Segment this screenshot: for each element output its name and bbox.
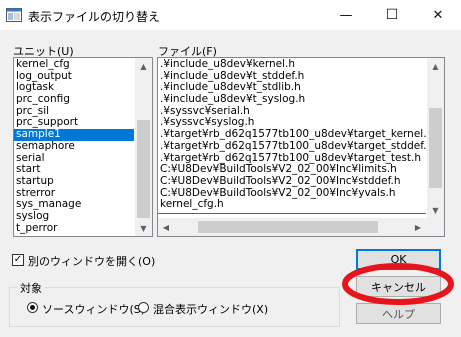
unit-list-scrollbar[interactable]: ▲ ▼ (135, 58, 152, 236)
file-list-item[interactable]: .¥include_u8dev¥t_stdlib.h (158, 82, 426, 94)
file-list-item[interactable]: .¥target¥rb_d62q1577tb100_u8dev¥target_s… (158, 141, 426, 153)
unit-list-item[interactable]: semaphore (14, 141, 134, 153)
file-list-hscrollbar[interactable]: ◀ ▶ (158, 218, 427, 236)
unit-list-item[interactable]: startup (14, 176, 134, 188)
unit-list-item[interactable]: kernel_cfg (14, 59, 134, 71)
unit-list-item[interactable]: start (14, 164, 134, 176)
file-list-item[interactable]: C:¥U8Dev¥BuildTools¥V2_02_00¥Inc¥yvals.h (158, 188, 426, 200)
open-new-window-label[interactable]: 別のウィンドウを開く(O) (28, 253, 155, 269)
scroll-thumb[interactable] (198, 221, 378, 233)
minimize-icon: — (339, 7, 353, 23)
open-new-window-checkbox[interactable]: ✓ (12, 254, 24, 266)
scroll-up-icon[interactable]: ▲ (427, 58, 444, 74)
maximize-icon: ☐ (385, 7, 399, 23)
scroll-left-icon[interactable]: ◀ (158, 218, 174, 236)
scroll-thumb[interactable] (429, 108, 442, 188)
radio-source-window[interactable] (27, 302, 38, 313)
minimize-button[interactable]: — (323, 0, 369, 30)
target-group-label: 対象 (17, 280, 45, 296)
file-list-item[interactable]: .¥include_u8dev¥t_stddef.h (158, 71, 426, 83)
file-list-item[interactable]: kernel_cfg.h (158, 199, 426, 211)
maximize-button[interactable]: ☐ (369, 0, 415, 30)
file-list-item[interactable]: C:¥U8Dev¥BuildTools¥V2_02_00¥Inc¥stddef.… (158, 176, 426, 188)
file-list-item[interactable]: .¥syssvc¥syslog.h (158, 117, 426, 129)
file-list-item[interactable]: .¥target¥rb_d62q1577tb100_u8dev¥target_t… (158, 153, 426, 165)
scroll-right-icon[interactable]: ▶ (410, 218, 426, 236)
unit-list-item[interactable]: prc_sil (14, 106, 134, 118)
radio-mixed-window[interactable] (138, 302, 149, 313)
scroll-down-icon[interactable]: ▼ (427, 202, 444, 218)
unit-list-item[interactable]: sample1 (14, 129, 134, 141)
file-list-item[interactable]: .¥include_u8dev¥t_syslog.h (158, 94, 426, 106)
unit-list-item[interactable]: sys_manage (14, 199, 134, 211)
focus-line (158, 213, 426, 214)
file-listbox[interactable]: .¥include_u8dev¥kernel.h .¥include_u8dev¥… (157, 57, 445, 237)
unit-list-item[interactable]: prc_support (14, 117, 134, 129)
unit-list-item[interactable]: t_perror (14, 223, 134, 235)
unit-list-item[interactable]: syslog (14, 211, 134, 223)
file-list-vscrollbar[interactable]: ▲ ▼ (427, 58, 444, 218)
file-list-item[interactable]: .¥include_u8dev¥kernel.h (158, 59, 426, 71)
unit-list-item[interactable]: log_output (14, 71, 134, 83)
file-list-item[interactable]: C:¥U8Dev¥BuildTools¥V2_02_00¥Inc¥limits.… (158, 164, 426, 176)
checkmark-icon: ✓ (13, 254, 23, 265)
scroll-up-icon[interactable]: ▲ (135, 58, 152, 74)
scroll-thumb[interactable] (137, 120, 150, 218)
unit-list-item[interactable]: logtask (14, 82, 134, 94)
unit-list-item[interactable]: strerror (14, 188, 134, 200)
unit-list-item[interactable]: serial (14, 153, 134, 165)
window-app-icon (6, 8, 22, 22)
unit-listbox[interactable]: kernel_cfg log_output logtask prc_config prc… (13, 57, 153, 237)
radio-source-window-label[interactable]: ソースウィンドウ(S) (42, 301, 145, 317)
scroll-corner (427, 218, 444, 236)
file-list-item[interactable]: .¥syssvc¥serial.h (158, 106, 426, 118)
unit-list-item[interactable]: prc_config (14, 94, 134, 106)
radio-mixed-window-label[interactable]: 混合表示ウィンドウ(X) (153, 301, 268, 317)
close-icon: ✕ (432, 7, 444, 23)
file-list-item[interactable]: .¥target¥rb_d62q1577tb100_u8dev¥target_k… (158, 129, 426, 141)
window-title: 表示ファイルの切り替え (28, 10, 161, 24)
close-button[interactable]: ✕ (415, 0, 461, 30)
annotation-ellipse (342, 263, 454, 305)
scroll-down-icon[interactable]: ▼ (135, 220, 152, 236)
